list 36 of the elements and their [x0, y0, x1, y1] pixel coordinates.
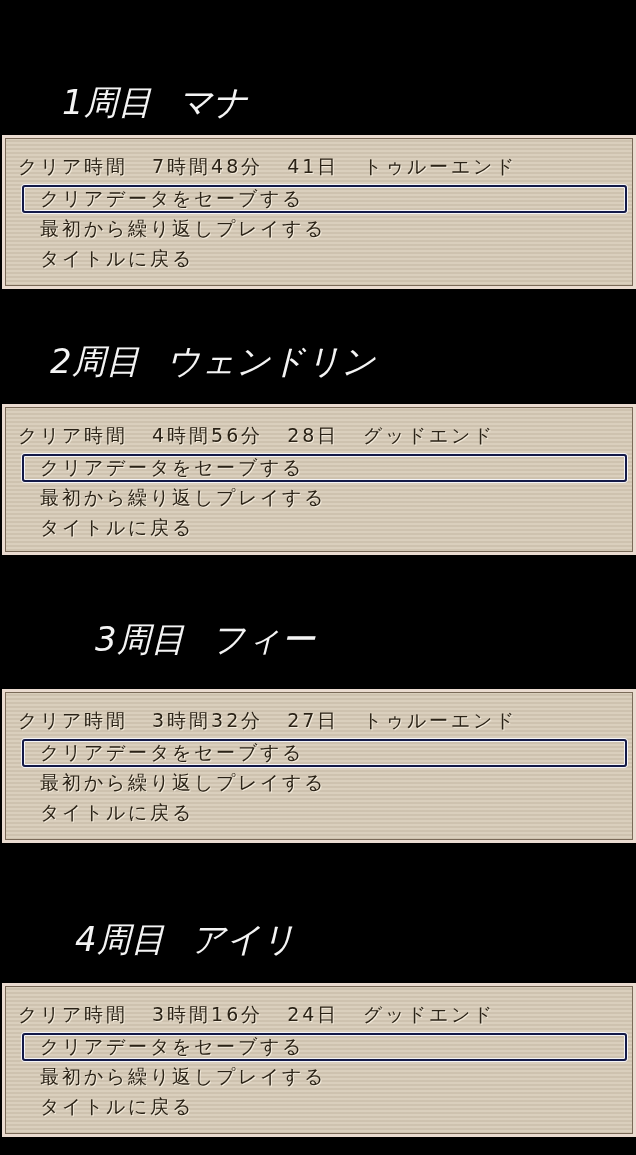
- menu-item[interactable]: タイトルに戻る: [22, 514, 627, 542]
- handwritten-lap-note: 3周目: [95, 618, 185, 661]
- clear-time-label: クリア時間: [18, 708, 128, 733]
- menu-item[interactable]: 最初から繰り返しプレイする: [22, 484, 627, 512]
- days-value: 41日: [287, 154, 340, 179]
- clear-time-value: 7時間48分: [152, 154, 264, 179]
- days-value: 27日: [287, 708, 340, 733]
- ending-label: グッドエンド: [363, 1002, 496, 1027]
- handwritten-lap-note: 4周目: [75, 918, 165, 961]
- clear-time-label: クリア時間: [18, 154, 128, 179]
- menu-item[interactable]: タイトルに戻る: [22, 1093, 627, 1121]
- handwritten-name-note: アイリ: [190, 918, 296, 961]
- handwritten-lap-note: 2周目: [50, 340, 140, 383]
- menu-item[interactable]: クリアデータをセーブする: [22, 739, 627, 767]
- menu-item[interactable]: 最初から繰り返しプレイする: [22, 1063, 627, 1091]
- ending-label: トゥルーエンド: [363, 708, 518, 733]
- handwritten-name-note: ウェンドリン: [165, 340, 376, 383]
- menu-item[interactable]: タイトルに戻る: [22, 245, 627, 273]
- days-value: 28日: [287, 423, 340, 448]
- clear-time-value: 4時間56分: [152, 423, 264, 448]
- handwritten-name-note: マナ: [177, 81, 248, 124]
- ending-label: グッドエンド: [363, 423, 496, 448]
- menu-item[interactable]: クリアデータをセーブする: [22, 1033, 627, 1061]
- menu-item[interactable]: クリアデータをセーブする: [22, 185, 627, 213]
- menu-item[interactable]: クリアデータをセーブする: [22, 454, 627, 482]
- clear-time-value: 3時間32分: [152, 708, 264, 733]
- menu-item[interactable]: 最初から繰り返しプレイする: [22, 769, 627, 797]
- clear-time-label: クリア時間: [18, 1002, 128, 1027]
- menu-item[interactable]: 最初から繰り返しプレイする: [22, 215, 627, 243]
- clear-time-value: 3時間16分: [152, 1002, 264, 1027]
- handwritten-lap-note: 1周目: [62, 81, 152, 124]
- days-value: 24日: [287, 1002, 340, 1027]
- handwritten-name-note: フィー: [210, 618, 315, 661]
- ending-label: トゥルーエンド: [363, 154, 518, 179]
- clear-time-label: クリア時間: [18, 423, 128, 448]
- menu-item[interactable]: タイトルに戻る: [22, 799, 627, 827]
